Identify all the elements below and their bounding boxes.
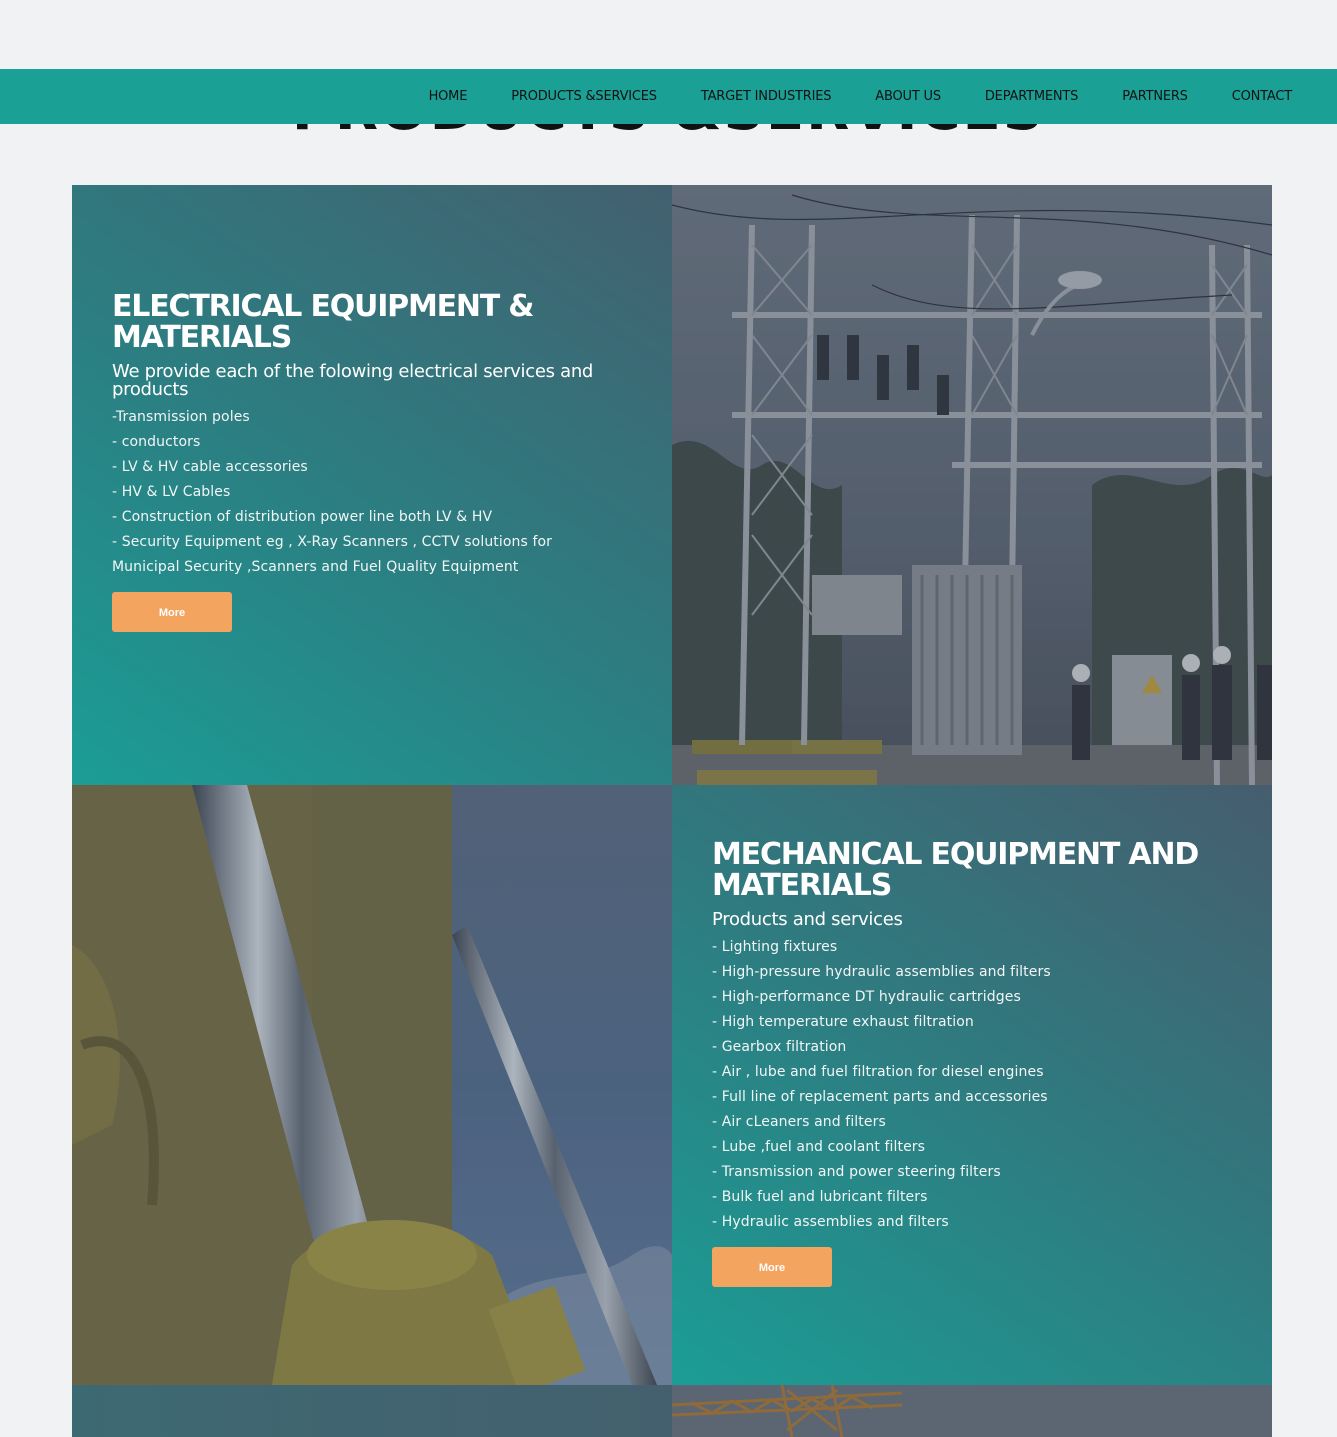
nav-item-home[interactable]: HOME [429, 89, 468, 104]
list-item: - Security Equipment eg , X-Ray Scanners… [112, 534, 553, 550]
mechanical-row: MECHANICAL EQUIPMENT AND MATERIALS Produ… [72, 785, 1272, 1385]
list-item: Municipal Security ,Scanners and Fuel Qu… [112, 559, 519, 575]
list-item: - Air cLeaners and filters [712, 1114, 886, 1130]
electrical-more-button[interactable]: More [112, 592, 232, 632]
electrical-subheading: We provide each of the folowing electric… [112, 361, 594, 400]
mechanical-list: - Lighting fixtures - High-pressure hydr… [712, 935, 1232, 1235]
nav-item-products-services[interactable]: PRODUCTS &SERVICES [511, 89, 657, 104]
mechanical-subheading: Products and services [712, 909, 903, 930]
electrical-heading: ELECTRICAL EQUIPMENT & MATERIALS [112, 289, 534, 355]
hydraulic-illustration [72, 785, 672, 1385]
list-item: - Hydraulic assemblies and filters [712, 1214, 949, 1230]
mechanical-more-button[interactable]: More [712, 1247, 832, 1287]
list-item: - Gearbox filtration [712, 1039, 847, 1055]
nav-menu: HOME PRODUCTS &SERVICES TARGET INDUSTRIE… [429, 69, 1337, 124]
nav-item-target-industries[interactable]: TARGET INDUSTRIES [701, 89, 832, 104]
list-item: - conductors [112, 434, 201, 450]
substation-illustration [672, 185, 1272, 785]
nav-item-partners[interactable]: PARTNERS [1122, 89, 1188, 104]
list-item: - Bulk fuel and lubricant filters [712, 1189, 928, 1205]
crane-illustration [672, 1385, 1272, 1437]
list-item: - High temperature exhaust filtration [712, 1014, 974, 1030]
list-item: - Transmission and power steering filter… [712, 1164, 1001, 1180]
electrical-row: ELECTRICAL EQUIPMENT & MATERIALS We prov… [72, 185, 1272, 785]
electrical-list: -Transmission poles - conductors - LV & … [112, 405, 632, 580]
list-item: - Full line of replacement parts and acc… [712, 1089, 1048, 1105]
list-item: - High-performance DT hydraulic cartridg… [712, 989, 1021, 1005]
list-item: - LV & HV cable accessories [112, 459, 308, 475]
nav-item-departments[interactable]: DEPARTMENTS [985, 89, 1079, 104]
list-item: - High-pressure hydraulic assemblies and… [712, 964, 1051, 980]
list-item: - Air , lube and fuel filtration for die… [712, 1064, 1044, 1080]
crane-image [672, 1385, 1272, 1437]
mechanical-content: MECHANICAL EQUIPMENT AND MATERIALS Produ… [712, 839, 1232, 1287]
electrical-text-panel: ELECTRICAL EQUIPMENT & MATERIALS We prov… [72, 185, 672, 785]
nav-item-contact[interactable]: CONTACT [1232, 89, 1292, 104]
nav-item-about-us[interactable]: ABOUT US [875, 89, 941, 104]
list-item: - Construction of distribution power lin… [112, 509, 493, 525]
mechanical-text-panel: MECHANICAL EQUIPMENT AND MATERIALS Produ… [672, 785, 1272, 1385]
mechanical-heading: MECHANICAL EQUIPMENT AND MATERIALS [712, 837, 1199, 903]
next-text-panel [72, 1385, 672, 1437]
substation-image [672, 185, 1272, 785]
electrical-content: ELECTRICAL EQUIPMENT & MATERIALS We prov… [112, 291, 632, 632]
next-service-row [72, 1385, 1272, 1437]
page: PRODUCTS &SERVICES HOME PRODUCTS &SERVIC… [0, 0, 1337, 1437]
hydraulic-image [72, 785, 672, 1385]
services-grid: ELECTRICAL EQUIPMENT & MATERIALS We prov… [72, 185, 1272, 1437]
list-item: -Transmission poles [112, 409, 250, 425]
list-item: - Lube ,fuel and coolant filters [712, 1139, 926, 1155]
list-item: - HV & LV Cables [112, 484, 231, 500]
list-item: - Lighting fixtures [712, 939, 838, 955]
main-nav: HOME PRODUCTS &SERVICES TARGET INDUSTRIE… [0, 69, 1337, 124]
